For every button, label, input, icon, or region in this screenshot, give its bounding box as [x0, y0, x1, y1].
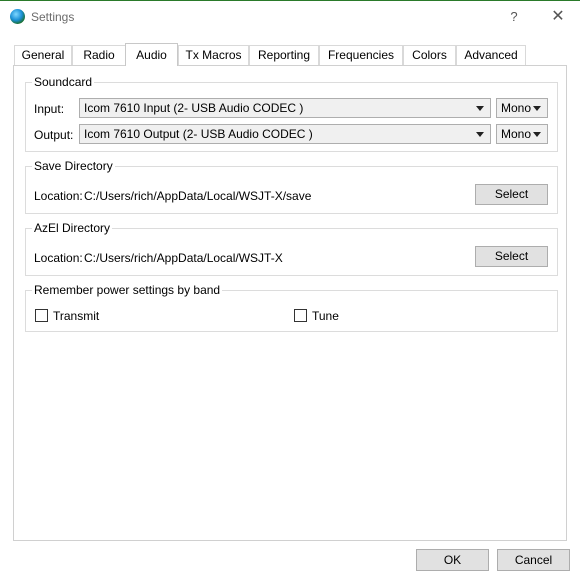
tab-colors[interactable]: Colors: [403, 45, 456, 65]
save-directory-title: Save Directory: [32, 159, 115, 173]
title-bar: Settings ? ✕: [0, 0, 580, 34]
power-settings-title: Remember power settings by band: [32, 283, 223, 297]
output-channel-value: Mono: [501, 127, 532, 141]
help-button[interactable]: ?: [505, 7, 523, 27]
ok-button[interactable]: OK: [416, 549, 489, 571]
chevron-down-icon: [533, 106, 541, 111]
output-device-value: Icom 7610 Output (2- USB Audio CODEC ): [84, 127, 313, 141]
audio-panel: Soundcard Input: Icom 7610 Input (2- USB…: [13, 65, 567, 541]
chevron-down-icon: [533, 132, 541, 137]
tab-frequencies[interactable]: Frequencies: [319, 45, 403, 65]
input-channel-select[interactable]: Mono: [496, 98, 548, 118]
azel-location-label: Location:: [34, 251, 83, 265]
chevron-down-icon: [476, 106, 484, 111]
save-directory-select-button[interactable]: Select: [475, 184, 548, 205]
tab-radio[interactable]: Radio: [72, 45, 126, 65]
input-device-select[interactable]: Icom 7610 Input (2- USB Audio CODEC ): [79, 98, 491, 118]
power-settings-group: Remember power settings by band Transmit…: [25, 283, 558, 332]
tab-advanced[interactable]: Advanced: [456, 45, 526, 65]
tune-checkbox[interactable]: [294, 309, 307, 322]
save-directory-group: Save Directory Location: C:/Users/rich/A…: [25, 159, 558, 214]
output-label: Output:: [34, 128, 74, 142]
soundcard-group-title: Soundcard: [32, 75, 95, 89]
close-button[interactable]: ✕: [548, 7, 568, 27]
transmit-label: Transmit: [53, 309, 100, 323]
transmit-checkbox[interactable]: [35, 309, 48, 322]
azel-directory-group: AzEl Directory Location: C:/Users/rich/A…: [25, 221, 558, 276]
app-globe-icon: [10, 9, 25, 24]
azel-directory-select-button[interactable]: Select: [475, 246, 548, 267]
output-channel-select[interactable]: Mono: [496, 124, 548, 144]
tab-audio[interactable]: Audio: [125, 43, 178, 66]
cancel-button[interactable]: Cancel: [497, 549, 570, 571]
input-channel-value: Mono: [501, 101, 532, 115]
save-location-label: Location:: [34, 189, 83, 203]
azel-directory-title: AzEl Directory: [32, 221, 113, 235]
tune-label: Tune: [312, 309, 339, 323]
soundcard-group: Soundcard Input: Icom 7610 Input (2- USB…: [25, 75, 558, 152]
save-location-value: C:/Users/rich/AppData/Local/WSJT-X/save: [84, 189, 312, 203]
input-device-value: Icom 7610 Input (2- USB Audio CODEC ): [84, 101, 304, 115]
tab-tx-macros[interactable]: Tx Macros: [178, 45, 249, 65]
output-device-select[interactable]: Icom 7610 Output (2- USB Audio CODEC ): [79, 124, 491, 144]
tab-reporting[interactable]: Reporting: [249, 45, 319, 65]
input-label: Input:: [34, 102, 65, 116]
tab-general[interactable]: General: [14, 45, 72, 65]
chevron-down-icon: [476, 132, 484, 137]
azel-location-value: C:/Users/rich/AppData/Local/WSJT-X: [84, 251, 283, 265]
window-title: Settings: [31, 10, 75, 24]
